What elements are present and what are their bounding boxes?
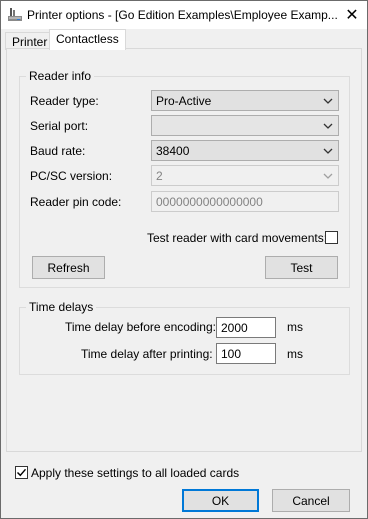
- time-delays-title: Time delays: [26, 300, 97, 314]
- ok-button[interactable]: OK: [182, 489, 259, 512]
- reader-pin-label: Reader pin code:: [30, 195, 122, 209]
- test-movements-label: Test reader with card movements:: [147, 231, 328, 245]
- test-button[interactable]: Test: [265, 256, 338, 279]
- close-icon: ✕: [345, 7, 359, 24]
- reader-pin-field: 0000000000000000: [151, 191, 339, 212]
- tab-strip: Printer Contactless: [1, 29, 367, 50]
- chevron-down-icon: [323, 148, 333, 154]
- reader-type-select[interactable]: Pro-Active: [151, 90, 339, 111]
- delay-after-printing-unit: ms: [287, 347, 303, 361]
- chevron-down-icon: [323, 123, 333, 129]
- reader-type-value: Pro-Active: [156, 94, 212, 108]
- reader-type-label: Reader type:: [30, 94, 99, 108]
- baud-rate-select[interactable]: 38400: [151, 140, 339, 161]
- checkmark-icon: [17, 468, 27, 477]
- baud-rate-label: Baud rate:: [30, 144, 86, 158]
- close-button[interactable]: ✕: [337, 1, 367, 29]
- baud-rate-value: 38400: [156, 144, 190, 158]
- delay-after-printing-label: Time delay after printing:: [81, 347, 213, 361]
- serial-port-label: Serial port:: [30, 119, 89, 133]
- delay-before-encoding-label: Time delay before encoding:: [65, 320, 216, 334]
- pcsc-version-label: PC/SC version:: [30, 169, 113, 183]
- apply-all-checkbox[interactable]: [15, 466, 28, 479]
- test-movements-checkbox[interactable]: [325, 231, 338, 244]
- tab-contactless[interactable]: Contactless: [49, 29, 126, 50]
- delay-after-printing-input[interactable]: 100: [216, 343, 276, 364]
- reader-info-title: Reader info: [26, 69, 95, 83]
- apply-all-label: Apply these settings to all loaded cards: [31, 466, 240, 480]
- delay-before-encoding-input[interactable]: 2000: [216, 317, 276, 338]
- time-delays-group: Time delays: [19, 300, 350, 375]
- pcsc-version-value: 2: [156, 169, 163, 183]
- printer-options-window: Printer options - [Go Edition Examples\E…: [0, 0, 368, 519]
- title-bar: Printer options - [Go Edition Examples\E…: [1, 1, 367, 29]
- chevron-down-icon: [323, 173, 333, 179]
- serial-port-select[interactable]: [151, 115, 339, 136]
- refresh-button[interactable]: Refresh: [32, 256, 105, 279]
- pcsc-version-select: 2: [151, 165, 339, 186]
- chevron-down-icon: [323, 98, 333, 104]
- printer-icon: [7, 7, 23, 23]
- window-title: Printer options - [Go Edition Examples\E…: [27, 8, 337, 22]
- delay-before-encoding-unit: ms: [287, 320, 303, 334]
- cancel-button[interactable]: Cancel: [272, 489, 350, 512]
